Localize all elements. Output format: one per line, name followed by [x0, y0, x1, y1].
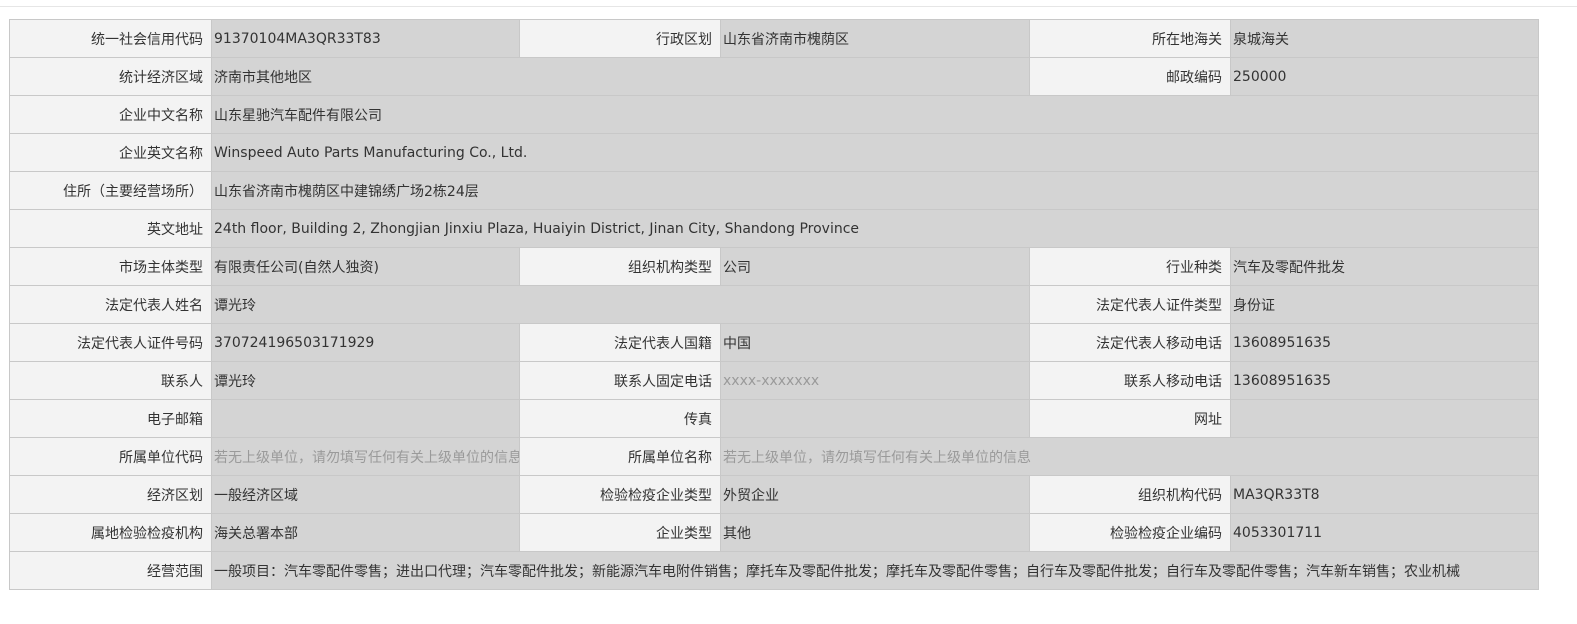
table-row: 经济区划 一般经济区域 检验检疫企业类型 外贸企业 组织机构代码 MA3QR33…	[9, 475, 1539, 514]
table-row: 属地检验检疫机构 海关总署本部 企业类型 其他 检验检疫企业编码 4053301…	[9, 513, 1539, 552]
field-label: 所属单位代码	[9, 437, 212, 476]
field-label: 统一社会信用代码	[9, 19, 212, 58]
table-row: 英文地址 24th floor, Building 2, Zhongjian J…	[9, 209, 1539, 248]
table-row: 市场主体类型 有限责任公司(自然人独资) 组织机构类型 公司 行业种类 汽车及零…	[9, 247, 1539, 286]
parent-unit-code-input[interactable]: 若无上级单位，请勿填写任何有关上级单位的信息	[211, 437, 520, 476]
contact-name-value[interactable]: 谭光玲	[211, 361, 520, 400]
english-address-value[interactable]: 24th floor, Building 2, Zhongjian Jinxiu…	[211, 209, 1539, 248]
english-name-value[interactable]: Winspeed Auto Parts Manufacturing Co., L…	[211, 133, 1539, 172]
field-label: 企业英文名称	[9, 133, 212, 172]
field-label: 企业类型	[519, 513, 721, 552]
legal-rep-nationality-value[interactable]: 中国	[720, 323, 1030, 362]
table-row: 法定代表人姓名 谭光玲 法定代表人证件类型 身份证	[9, 285, 1539, 324]
table-row: 统计经济区域 济南市其他地区 邮政编码 250000	[9, 57, 1539, 96]
field-label: 联系人移动电话	[1029, 361, 1231, 400]
field-label: 企业中文名称	[9, 95, 212, 134]
fax-input[interactable]	[720, 399, 1030, 438]
admin-region-value[interactable]: 山东省济南市槐荫区	[720, 19, 1030, 58]
table-row: 联系人 谭光玲 联系人固定电话 xxxx-xxxxxxx 联系人移动电话 136…	[9, 361, 1539, 400]
top-divider	[0, 6, 1577, 7]
business-scope-value[interactable]: 一般项目：汽车零配件零售；进出口代理；汽车零配件批发；新能源汽车电附件销售；摩托…	[211, 551, 1539, 590]
table-row: 电子邮箱 传真 网址	[9, 399, 1539, 438]
email-input[interactable]	[211, 399, 520, 438]
field-label: 英文地址	[9, 209, 212, 248]
table-row: 企业中文名称 山东星驰汽车配件有限公司	[9, 95, 1539, 134]
field-label: 属地检验检疫机构	[9, 513, 212, 552]
field-label: 经济区划	[9, 475, 212, 514]
table-row: 经营范围 一般项目：汽车零配件零售；进出口代理；汽车零配件批发；新能源汽车电附件…	[9, 551, 1539, 590]
local-inspection-agency-value[interactable]: 海关总署本部	[211, 513, 520, 552]
chinese-name-value[interactable]: 山东星驰汽车配件有限公司	[211, 95, 1539, 134]
postal-code-value[interactable]: 250000	[1230, 57, 1539, 96]
org-type-value[interactable]: 公司	[720, 247, 1030, 286]
field-label: 住所（主要经营场所）	[9, 171, 212, 210]
enterprise-type-value[interactable]: 其他	[720, 513, 1030, 552]
contact-mobile-value[interactable]: 13608951635	[1230, 361, 1539, 400]
field-label: 组织机构代码	[1029, 475, 1231, 514]
credit-code-value[interactable]: 91370104MA3QR33T83	[211, 19, 520, 58]
enterprise-info-table: 统一社会信用代码 91370104MA3QR33T83 行政区划 山东省济南市槐…	[9, 19, 1539, 590]
field-label: 检验检疫企业类型	[519, 475, 721, 514]
field-label: 经营范围	[9, 551, 212, 590]
address-value[interactable]: 山东省济南市槐荫区中建锦绣广场2栋24层	[211, 171, 1539, 210]
field-label: 所在地海关	[1029, 19, 1231, 58]
org-code-value[interactable]: MA3QR33T8	[1230, 475, 1539, 514]
field-label: 市场主体类型	[9, 247, 212, 286]
field-label: 法定代表人国籍	[519, 323, 721, 362]
field-label: 邮政编码	[1029, 57, 1231, 96]
economic-division-value[interactable]: 一般经济区域	[211, 475, 520, 514]
field-label: 所属单位名称	[519, 437, 721, 476]
field-label: 网址	[1029, 399, 1231, 438]
industry-value[interactable]: 汽车及零配件批发	[1230, 247, 1539, 286]
field-label: 法定代表人姓名	[9, 285, 212, 324]
field-label: 联系人固定电话	[519, 361, 721, 400]
field-label: 行业种类	[1029, 247, 1231, 286]
legal-rep-id-number-value[interactable]: 370724196503171929	[211, 323, 520, 362]
field-label: 法定代表人移动电话	[1029, 323, 1231, 362]
inspection-enterprise-code-value[interactable]: 4053301711	[1230, 513, 1539, 552]
field-label: 组织机构类型	[519, 247, 721, 286]
customs-value[interactable]: 泉城海关	[1230, 19, 1539, 58]
field-label: 传真	[519, 399, 721, 438]
field-label: 电子邮箱	[9, 399, 212, 438]
table-row: 企业英文名称 Winspeed Auto Parts Manufacturing…	[9, 133, 1539, 172]
field-label: 行政区划	[519, 19, 721, 58]
field-label: 检验检疫企业编码	[1029, 513, 1231, 552]
contact-landline-input[interactable]: xxxx-xxxxxxx	[720, 361, 1030, 400]
inspection-enterprise-type-value[interactable]: 外贸企业	[720, 475, 1030, 514]
field-label: 统计经济区域	[9, 57, 212, 96]
legal-rep-mobile-value[interactable]: 13608951635	[1230, 323, 1539, 362]
table-row: 统一社会信用代码 91370104MA3QR33T83 行政区划 山东省济南市槐…	[9, 19, 1539, 58]
legal-rep-name-value[interactable]: 谭光玲	[211, 285, 1030, 324]
parent-unit-name-input[interactable]: 若无上级单位，请勿填写任何有关上级单位的信息	[720, 437, 1539, 476]
table-row: 住所（主要经营场所） 山东省济南市槐荫区中建锦绣广场2栋24层	[9, 171, 1539, 210]
legal-rep-id-type-value[interactable]: 身份证	[1230, 285, 1539, 324]
field-label: 法定代表人证件类型	[1029, 285, 1231, 324]
entity-type-value[interactable]: 有限责任公司(自然人独资)	[211, 247, 520, 286]
field-label: 联系人	[9, 361, 212, 400]
economic-zone-value[interactable]: 济南市其他地区	[211, 57, 1030, 96]
table-row: 法定代表人证件号码 370724196503171929 法定代表人国籍 中国 …	[9, 323, 1539, 362]
table-row: 所属单位代码 若无上级单位，请勿填写任何有关上级单位的信息 所属单位名称 若无上…	[9, 437, 1539, 476]
field-label: 法定代表人证件号码	[9, 323, 212, 362]
website-input[interactable]	[1230, 399, 1539, 438]
